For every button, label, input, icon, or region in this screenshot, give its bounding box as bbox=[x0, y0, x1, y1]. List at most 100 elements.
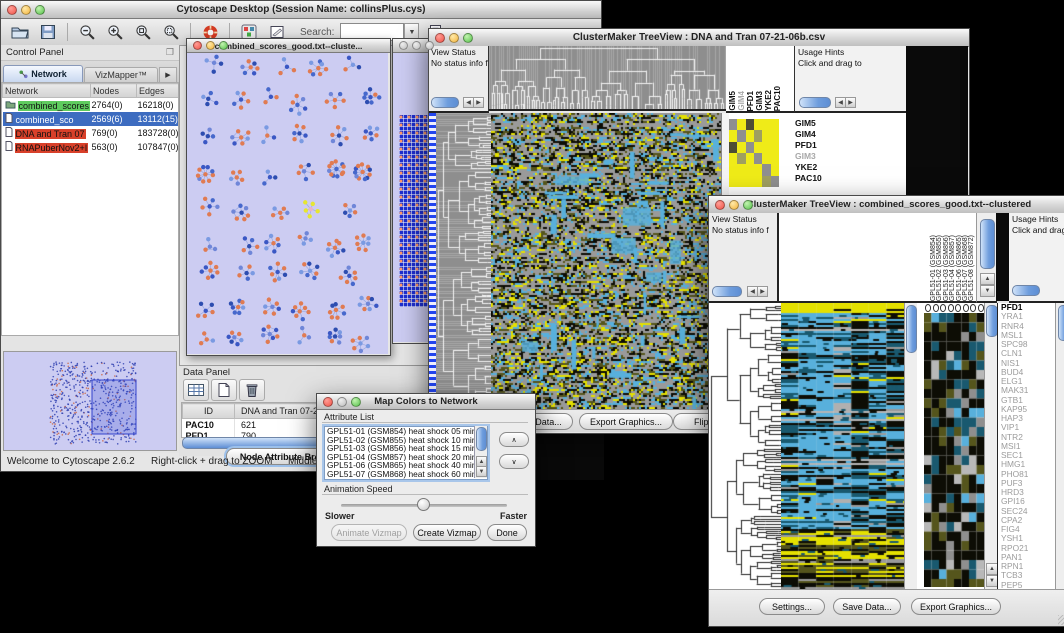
attribute-scroll-thumb[interactable] bbox=[476, 427, 487, 451]
tab-vizmapper[interactable]: VizMapper™ bbox=[84, 67, 158, 82]
network-node[interactable] bbox=[333, 328, 337, 332]
matrix-cell[interactable] bbox=[737, 153, 745, 164]
network-node[interactable] bbox=[239, 97, 243, 101]
network-node[interactable] bbox=[204, 58, 208, 62]
network-node[interactable] bbox=[346, 266, 350, 270]
network-node[interactable] bbox=[299, 139, 303, 143]
network-node[interactable] bbox=[291, 309, 295, 313]
network-node[interactable] bbox=[364, 129, 368, 133]
network-node[interactable] bbox=[367, 307, 371, 311]
network-node[interactable] bbox=[265, 133, 269, 137]
network-node[interactable] bbox=[292, 137, 296, 141]
network-node[interactable] bbox=[302, 333, 306, 337]
main-title-bar[interactable]: Cytoscape Desktop (Session Name: collins… bbox=[1, 1, 601, 19]
network-node[interactable] bbox=[232, 141, 236, 145]
network-node[interactable] bbox=[229, 339, 233, 343]
zoom-button[interactable] bbox=[351, 397, 361, 407]
network-node[interactable] bbox=[201, 165, 205, 169]
network-node[interactable] bbox=[248, 251, 252, 255]
network-node[interactable] bbox=[283, 273, 287, 277]
network-node[interactable] bbox=[311, 72, 315, 76]
network-node[interactable] bbox=[207, 127, 211, 131]
network-node[interactable] bbox=[199, 341, 203, 345]
attribute-list-item[interactable]: GPL51-07 (GSM868) heat shock 60 min bbox=[325, 470, 487, 479]
column-marker-icon[interactable] bbox=[933, 304, 939, 312]
network-node[interactable] bbox=[211, 173, 215, 177]
network-node[interactable] bbox=[261, 140, 265, 144]
data-col-id[interactable]: ID bbox=[183, 404, 235, 419]
animate-vizmap-button[interactable]: Animate Vizmap bbox=[331, 524, 407, 541]
network-node[interactable] bbox=[211, 134, 215, 138]
tv1-column-dendrogram[interactable] bbox=[489, 46, 726, 111]
network-node[interactable] bbox=[199, 302, 203, 306]
network-node[interactable] bbox=[266, 325, 270, 329]
network-node[interactable] bbox=[304, 177, 308, 181]
network-node[interactable] bbox=[276, 237, 280, 241]
network-node[interactable] bbox=[205, 337, 209, 341]
network-node[interactable] bbox=[337, 133, 341, 137]
network-node[interactable] bbox=[273, 278, 277, 282]
network-node[interactable] bbox=[333, 105, 337, 109]
network-node[interactable] bbox=[338, 334, 342, 338]
network-node[interactable] bbox=[368, 126, 372, 130]
matrix-cell[interactable] bbox=[754, 176, 762, 187]
network-node[interactable] bbox=[351, 338, 355, 342]
zoom-button[interactable] bbox=[425, 41, 434, 50]
network-node[interactable] bbox=[307, 163, 311, 167]
network-node[interactable] bbox=[244, 271, 248, 275]
matrix-cell[interactable] bbox=[746, 153, 754, 164]
network-node[interactable] bbox=[347, 56, 351, 60]
network-node[interactable] bbox=[363, 91, 367, 95]
network-node[interactable] bbox=[338, 92, 342, 96]
network-node[interactable] bbox=[374, 304, 378, 308]
network-node[interactable] bbox=[297, 131, 301, 135]
network-node[interactable] bbox=[330, 315, 334, 319]
network-node[interactable] bbox=[311, 171, 315, 175]
column-marker-icon[interactable] bbox=[925, 304, 931, 312]
network-node[interactable] bbox=[292, 131, 296, 135]
network-node[interactable] bbox=[338, 142, 342, 146]
network-node[interactable] bbox=[341, 248, 345, 252]
network-node[interactable] bbox=[315, 265, 319, 269]
network-node[interactable] bbox=[366, 242, 370, 246]
tv2-heatmap[interactable] bbox=[781, 303, 904, 589]
network-node[interactable] bbox=[327, 169, 331, 173]
network-node[interactable] bbox=[289, 108, 293, 112]
network-node[interactable] bbox=[357, 65, 361, 69]
network-node[interactable] bbox=[302, 262, 306, 266]
network-node[interactable] bbox=[348, 208, 352, 212]
network-node[interactable] bbox=[263, 310, 267, 314]
network-node[interactable] bbox=[366, 236, 370, 240]
network-node[interactable] bbox=[239, 211, 243, 215]
matrix-cell[interactable] bbox=[754, 119, 762, 130]
network-node[interactable] bbox=[362, 95, 366, 99]
matrix-cell[interactable] bbox=[737, 164, 745, 175]
network-node[interactable] bbox=[201, 179, 205, 183]
network-node[interactable] bbox=[362, 307, 366, 311]
network-node[interactable] bbox=[240, 141, 244, 145]
tv2-heatmap-scroll-thumb[interactable] bbox=[906, 305, 917, 353]
network-node[interactable] bbox=[279, 216, 283, 220]
network-node[interactable] bbox=[210, 310, 214, 314]
network-node[interactable] bbox=[333, 246, 337, 250]
matrix-cell[interactable] bbox=[729, 130, 737, 141]
network-node[interactable] bbox=[301, 97, 305, 101]
network-node[interactable] bbox=[359, 349, 363, 353]
matrix-cell[interactable] bbox=[746, 119, 754, 130]
matrix-cell[interactable] bbox=[771, 142, 779, 153]
network-node[interactable] bbox=[304, 208, 308, 212]
network-node[interactable] bbox=[344, 136, 348, 140]
network-node[interactable] bbox=[314, 271, 318, 275]
network-node[interactable] bbox=[241, 305, 245, 309]
network-node[interactable] bbox=[236, 305, 240, 309]
network-node[interactable] bbox=[200, 269, 204, 273]
network-node[interactable] bbox=[215, 270, 219, 274]
network-node[interactable] bbox=[201, 131, 205, 135]
settings-button[interactable]: Settings... bbox=[759, 598, 825, 615]
matrix-cell[interactable] bbox=[737, 142, 745, 153]
network-node[interactable] bbox=[337, 340, 341, 344]
network-node[interactable] bbox=[293, 305, 297, 309]
matrix-cell[interactable] bbox=[771, 164, 779, 175]
network-node[interactable] bbox=[285, 65, 289, 69]
network-node[interactable] bbox=[341, 98, 345, 102]
